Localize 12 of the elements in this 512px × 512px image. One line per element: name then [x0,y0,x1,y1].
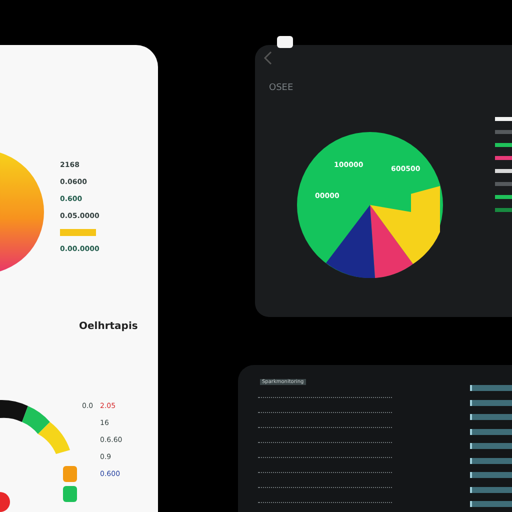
section-heading: Oelhrtapis [79,321,138,332]
tag-bar [470,472,512,478]
tag-bar [470,400,512,406]
tag-bar [470,414,512,420]
tag-bar [470,443,512,449]
back-icon [263,51,273,65]
tag-bar [470,486,512,492]
tag-bar [470,428,512,434]
tag-bar [470,501,512,507]
panel-title: OSEE [269,83,294,93]
tag-bar [470,458,512,464]
tag-bar [470,385,512,391]
